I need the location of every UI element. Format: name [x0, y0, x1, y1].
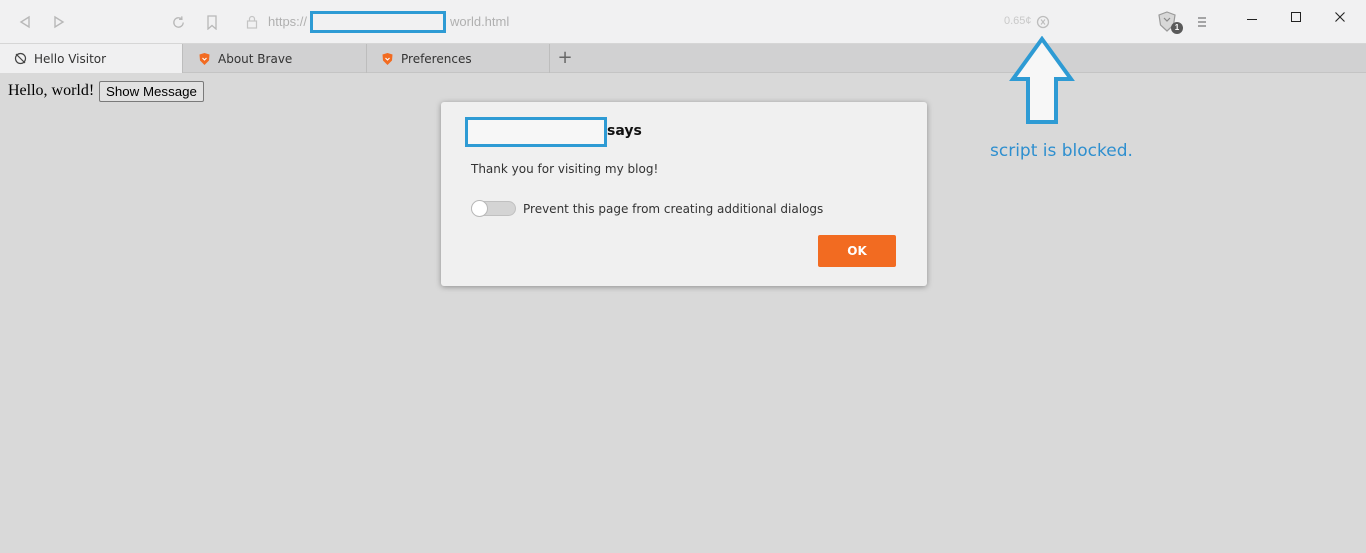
prevent-dialogs-toggle[interactable] — [471, 200, 516, 217]
close-icon[interactable] — [1328, 8, 1352, 26]
browser-toolbar: https:// world.html 0.65¢ 1 — [0, 0, 1366, 44]
dialog-message: Thank you for visiting my blog! — [471, 162, 659, 176]
lock-icon — [244, 13, 260, 31]
bookmark-icon[interactable] — [203, 13, 221, 31]
crossed-circle-icon — [13, 52, 27, 66]
bat-rewards-icon[interactable] — [1035, 13, 1051, 31]
annotation-up-arrow-icon — [1008, 35, 1076, 126]
tab-label: Preferences — [401, 51, 472, 66]
reload-icon[interactable] — [169, 13, 187, 31]
show-message-button[interactable]: Show Message — [99, 81, 204, 102]
back-icon[interactable] — [16, 13, 34, 31]
maximize-icon[interactable] — [1284, 8, 1308, 26]
tab-hello-visitor[interactable]: Hello Visitor — [0, 44, 183, 73]
tab-preferences[interactable]: Preferences — [367, 44, 550, 73]
forward-icon[interactable] — [50, 13, 68, 31]
tab-label: About Brave — [218, 51, 293, 66]
annotation-text: script is blocked. — [990, 141, 1133, 161]
bat-amount: 0.65¢ — [1004, 15, 1032, 27]
shield-count-badge: 1 — [1171, 22, 1183, 34]
ok-button[interactable]: OK — [818, 235, 896, 267]
brave-lion-icon — [380, 52, 394, 66]
redacted-origin-box — [465, 117, 607, 147]
new-tab-button[interactable]: + — [556, 47, 574, 69]
page-hello-text: Hello, world! — [8, 82, 95, 99]
prevent-dialogs-label: Prevent this page from creating addition… — [523, 202, 824, 216]
url-suffix[interactable]: world.html — [450, 14, 509, 29]
tab-label: Hello Visitor — [34, 51, 107, 66]
redacted-url-box — [310, 11, 446, 33]
brave-lion-icon — [197, 52, 211, 66]
alert-dialog: says Thank you for visiting my blog! Pre… — [441, 102, 927, 286]
url-prefix[interactable]: https:// — [268, 14, 307, 29]
menu-icon[interactable] — [1194, 13, 1210, 31]
toggle-knob — [471, 200, 488, 217]
tab-strip: Hello Visitor About Brave Preferences + — [0, 44, 1366, 73]
dialog-says-label: says — [607, 123, 642, 139]
tab-about-brave[interactable]: About Brave — [184, 44, 367, 73]
minimize-icon[interactable] — [1240, 10, 1264, 28]
